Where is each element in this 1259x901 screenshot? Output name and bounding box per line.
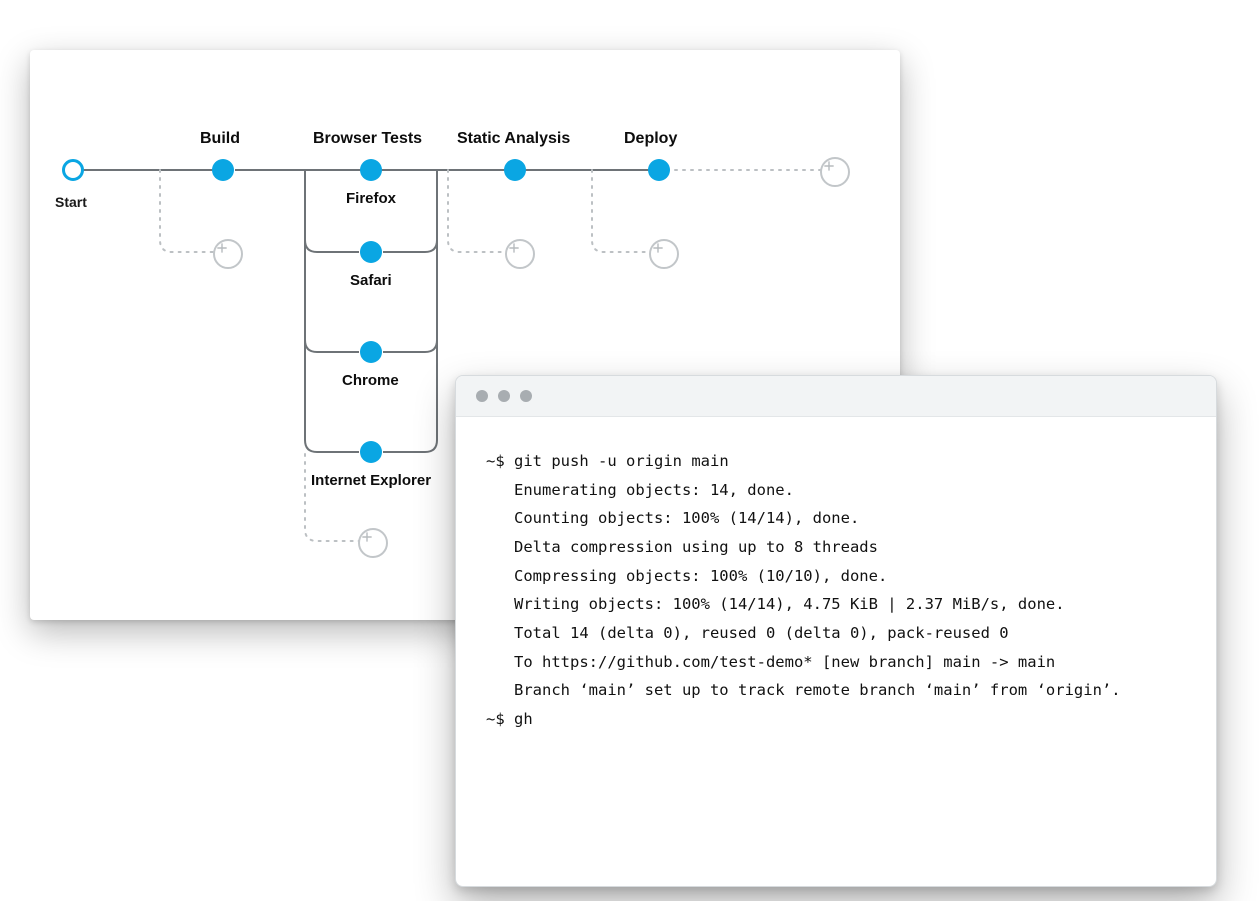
node-safari[interactable] <box>360 241 382 263</box>
stage-label-static-analysis: Static Analysis <box>457 130 570 148</box>
terminal-output-line: Compressing objects: 100% (10/10), done. <box>514 567 887 585</box>
window-control-dot[interactable] <box>476 390 488 402</box>
terminal-output-line: To https://github.com/test-demo* [new br… <box>514 653 1055 671</box>
terminal-titlebar <box>456 376 1216 417</box>
browser-label-firefox: Firefox <box>346 190 396 207</box>
start-node[interactable] <box>62 159 84 181</box>
terminal-output-line: Enumerating objects: 14, done. <box>514 481 794 499</box>
plus-icon <box>651 241 665 255</box>
add-browser-button[interactable] <box>358 528 388 558</box>
terminal-body[interactable]: ~$ git push -u origin main Enumerating o… <box>456 417 1216 764</box>
browser-label-ie: Internet Explorer <box>311 472 431 489</box>
terminal-prompt: ~$ <box>486 452 505 470</box>
terminal-output-line: Branch ‘main’ set up to track remote bra… <box>514 681 1121 699</box>
node-build[interactable] <box>212 159 234 181</box>
terminal-output-line: Counting objects: 100% (14/14), done. <box>514 509 859 527</box>
add-stage-button-2[interactable] <box>505 239 535 269</box>
add-stage-button-1[interactable] <box>213 239 243 269</box>
node-chrome[interactable] <box>360 341 382 363</box>
plus-icon <box>507 241 521 255</box>
window-control-dot[interactable] <box>498 390 510 402</box>
terminal-window: ~$ git push -u origin main Enumerating o… <box>455 375 1217 887</box>
terminal-output-line: Total 14 (delta 0), reused 0 (delta 0), … <box>514 624 1009 642</box>
add-stage-button-3[interactable] <box>649 239 679 269</box>
stage-label-browser-tests: Browser Tests <box>313 130 422 148</box>
plus-icon <box>822 159 836 173</box>
stage-label-deploy: Deploy <box>624 130 677 148</box>
node-ie[interactable] <box>360 441 382 463</box>
start-label: Start <box>55 194 87 210</box>
terminal-command: gh <box>514 710 533 728</box>
terminal-command: git push -u origin main <box>514 452 729 470</box>
window-control-dot[interactable] <box>520 390 532 402</box>
terminal-output-line: Writing objects: 100% (14/14), 4.75 KiB … <box>514 595 1065 613</box>
node-deploy[interactable] <box>648 159 670 181</box>
terminal-output-line: Delta compression using up to 8 threads <box>514 538 878 556</box>
browser-label-safari: Safari <box>350 272 392 289</box>
plus-icon <box>360 530 374 544</box>
plus-icon <box>215 241 229 255</box>
add-stage-button-end[interactable] <box>820 157 850 187</box>
terminal-prompt: ~$ <box>486 710 505 728</box>
node-browser-tests[interactable] <box>360 159 382 181</box>
browser-label-chrome: Chrome <box>342 372 399 389</box>
stage-label-build: Build <box>200 130 240 148</box>
node-static-analysis[interactable] <box>504 159 526 181</box>
